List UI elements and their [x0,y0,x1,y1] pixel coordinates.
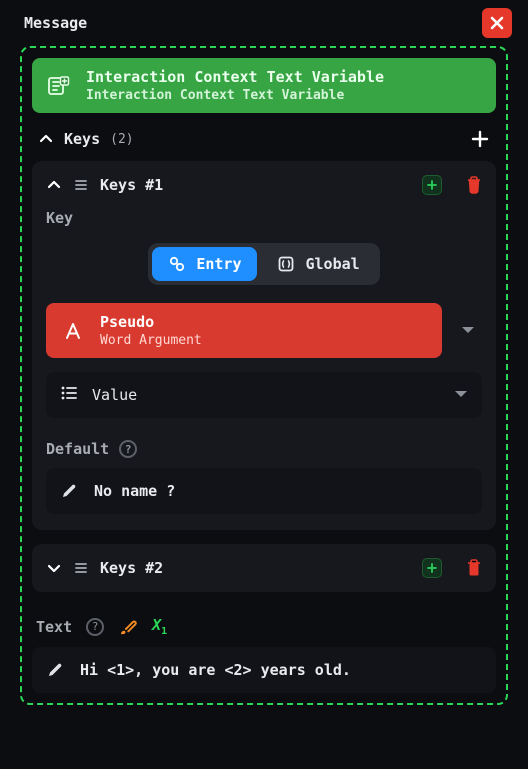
value-label: Value [92,386,137,404]
help-icon[interactable]: ? [119,440,137,458]
global-icon [277,255,295,273]
key-scope-toggle: Entry Global [148,243,379,285]
chevron-up-icon [38,131,54,147]
drag-handle-icon[interactable] [74,561,88,575]
key1-collapse-toggle[interactable] [46,177,62,193]
toggle-entry-label: Entry [196,255,241,273]
toggle-global-label: Global [305,255,359,273]
default-label: Default [46,440,109,458]
plus-icon [427,180,437,190]
context-variable-icon [44,72,72,100]
page-title: Message [24,14,87,32]
pencil-icon [60,482,78,500]
default-value-text: No name ? [94,482,175,500]
key1-title: Keys #1 [100,176,163,194]
trash-icon [466,559,482,577]
caret-down-icon [454,390,468,400]
pencil-icon [46,661,64,679]
keys-collapse-toggle[interactable] [38,131,54,147]
key2-title: Keys #2 [100,559,163,577]
list-icon [60,384,78,406]
insert-variable-button[interactable]: X1 [152,616,167,637]
key-label: Key [46,209,482,227]
drag-handle-icon[interactable] [74,178,88,192]
keys-count: (2) [110,132,133,147]
close-icon [490,16,504,30]
text-section-label: Text [36,618,72,636]
add-key-button[interactable] [470,129,490,149]
banner-title: Interaction Context Text Variable [86,68,384,86]
message-frame: Interaction Context Text Variable Intera… [20,46,508,705]
key1-argument-dropdown[interactable] [454,317,482,345]
selector-title: Pseudo [100,313,202,331]
key1-argument-selector[interactable]: Pseudo Word Argument [46,303,442,358]
help-icon[interactable]: ? [86,618,104,636]
key1-value-selector[interactable]: Value [46,372,482,418]
close-button[interactable] [482,8,512,38]
text-value-content: Hi <1>, you are <2> years old. [80,661,351,679]
letter-a-icon [60,321,86,341]
key1-delete-button[interactable] [466,176,482,194]
text-value-input[interactable]: Hi <1>, you are <2> years old. [32,647,496,693]
value-dropdown-caret [454,390,468,400]
banner-subtitle: Interaction Context Text Variable [86,88,384,103]
toggle-global[interactable]: Global [261,247,375,281]
entry-icon [168,255,186,273]
context-banner[interactable]: Interaction Context Text Variable Intera… [32,58,496,113]
brush-icon [118,617,138,637]
plus-icon [427,563,437,573]
format-brush-button[interactable] [118,617,138,637]
plus-icon [470,129,490,149]
key-block-1: Keys #1 Key Entry [32,161,496,530]
key-block-2: Keys #2 [32,544,496,592]
chevron-down-icon [46,560,62,576]
key2-collapse-toggle[interactable] [46,560,62,576]
default-value-input[interactable]: No name ? [46,468,482,514]
selector-subtitle: Word Argument [100,333,202,348]
chevron-up-icon [46,177,62,193]
key2-add-mini-button[interactable] [422,558,442,578]
caret-down-icon [461,326,475,336]
keys-section-title: Keys [64,130,100,148]
key1-add-mini-button[interactable] [422,175,442,195]
toggle-entry[interactable]: Entry [152,247,257,281]
trash-icon [466,176,482,194]
key2-delete-button[interactable] [466,559,482,577]
